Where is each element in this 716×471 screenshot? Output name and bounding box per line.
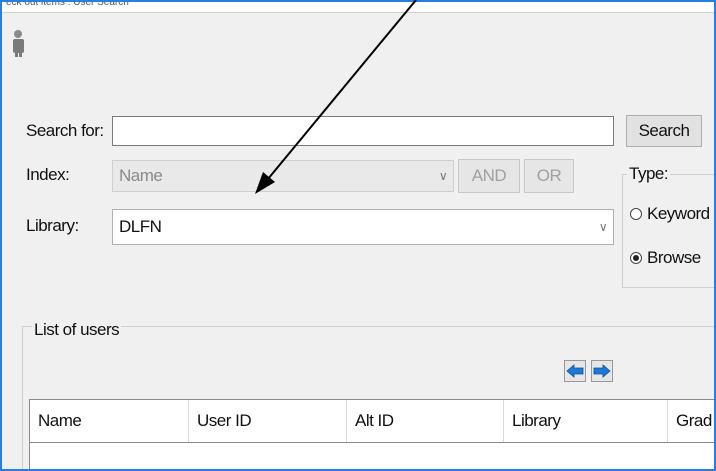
- search-button[interactable]: Search: [626, 115, 702, 147]
- library-label: Library:: [26, 216, 79, 235]
- and-button[interactable]: AND: [458, 159, 520, 193]
- chevron-down-icon: ∨: [598, 220, 608, 234]
- library-select-value: DLFN: [119, 217, 162, 236]
- search-for-label: Search for:: [26, 121, 104, 140]
- chevron-down-icon: ∨: [438, 169, 448, 183]
- users-table-body[interactable]: [29, 443, 714, 469]
- type-label: Type:: [627, 164, 671, 184]
- users-group-legend: List of users: [32, 320, 122, 340]
- index-select-value: Name: [119, 166, 163, 185]
- scroll-left-button[interactable]: [564, 360, 586, 382]
- title-bar: eck out items : User Search: [2, 2, 714, 13]
- column-header-alt-id[interactable]: Alt ID: [347, 400, 504, 442]
- index-select[interactable]: Name ∨: [112, 160, 454, 192]
- browse-radio-label: Browse: [647, 248, 701, 267]
- column-header-name[interactable]: Name: [30, 400, 189, 442]
- library-select[interactable]: DLFN ∨: [112, 209, 614, 245]
- column-header-grad[interactable]: Grad: [668, 400, 714, 442]
- keyword-radio-label: Keyword: [647, 204, 710, 223]
- type-option-keyword[interactable]: Keyword: [630, 204, 710, 224]
- column-header-library[interactable]: Library: [504, 400, 668, 442]
- users-table-header: Name User ID Alt ID Library Grad: [29, 399, 714, 443]
- arrow-left-icon: [566, 364, 584, 378]
- index-label: Index:: [26, 165, 70, 184]
- search-input[interactable]: [113, 117, 613, 145]
- browse-radio[interactable]: [630, 252, 642, 264]
- user-icon: [13, 30, 24, 57]
- user-search-window: eck out items : User Search Search for: …: [0, 0, 716, 471]
- column-header-user-id[interactable]: User ID: [189, 400, 347, 442]
- scroll-right-button[interactable]: [591, 360, 613, 382]
- search-input-box[interactable]: [112, 116, 614, 146]
- keyword-radio[interactable]: [630, 208, 642, 220]
- arrow-right-icon: [593, 364, 611, 378]
- type-option-browse[interactable]: Browse: [630, 248, 701, 268]
- or-button[interactable]: OR: [524, 159, 574, 193]
- type-group: [622, 174, 714, 288]
- window-title: eck out items : User Search: [6, 0, 129, 8]
